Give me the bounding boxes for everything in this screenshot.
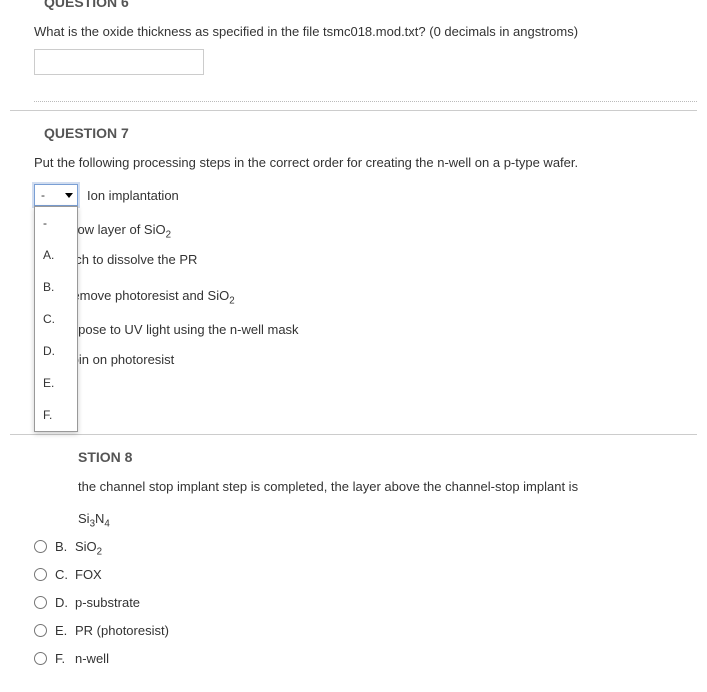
dropdown-option-blank[interactable]: -	[35, 207, 77, 239]
question6-title: QUESTION 6	[44, 0, 697, 10]
step-uv-expose: Expose to UV light using the n-well mask	[63, 322, 299, 337]
choice-c-text: FOX	[75, 567, 102, 582]
step-etch-pr: Etch to dissolve the PR	[63, 252, 197, 267]
choice-d-letter: D.	[55, 595, 71, 610]
question6-answer-input[interactable]	[34, 49, 204, 75]
choice-c-letter: C.	[55, 567, 71, 582]
choice-d-radio[interactable]	[34, 596, 47, 609]
step-remove-pr-sio2: Remove photoresist and SiO2	[63, 288, 235, 303]
order-select-1-value: -	[41, 188, 45, 202]
dropdown-option-d[interactable]: D.	[35, 335, 77, 367]
choice-c-radio[interactable]	[34, 568, 47, 581]
dropdown-option-e[interactable]: E.	[35, 367, 77, 399]
order-select-1[interactable]: -	[34, 184, 78, 206]
choice-e-radio[interactable]	[34, 624, 47, 637]
separator	[34, 101, 697, 102]
choice-f-letter: F.	[55, 651, 71, 666]
step-spin-pr: Spin on photoresist	[63, 352, 174, 367]
dropdown-option-a[interactable]: A.	[35, 239, 77, 271]
question6-prompt: What is the oxide thickness as specified…	[34, 24, 697, 39]
step-ion-implantation: Ion implantation	[87, 188, 179, 203]
choice-b-radio[interactable]	[34, 540, 47, 553]
choice-b-letter: B.	[55, 539, 71, 554]
question7-prompt: Put the following processing steps in th…	[34, 155, 697, 170]
choice-e-text: PR (photoresist)	[75, 623, 169, 638]
choice-d-text: p-substrate	[75, 595, 140, 610]
dropdown-option-c[interactable]: C.	[35, 303, 77, 335]
dropdown-option-b[interactable]: B.	[35, 271, 77, 303]
choice-e-letter: E.	[55, 623, 71, 638]
question8-prompt-partial: the channel stop implant step is complet…	[78, 479, 697, 494]
dropdown-option-f[interactable]: F.	[35, 399, 77, 431]
choice-f-radio[interactable]	[34, 652, 47, 665]
step-grow-sio2: Grow layer of SiO2	[63, 222, 171, 237]
choice-b-text: SiO2	[75, 539, 102, 554]
choice-f-text: n-well	[75, 651, 109, 666]
chevron-down-icon	[65, 193, 73, 198]
choice-a-text: Si3N4	[78, 511, 110, 526]
question7-title: QUESTION 7	[44, 125, 697, 141]
order-select-dropdown: - A. B. C. D. E. F.	[34, 206, 78, 432]
question8-title-partial: STION 8	[78, 449, 697, 465]
